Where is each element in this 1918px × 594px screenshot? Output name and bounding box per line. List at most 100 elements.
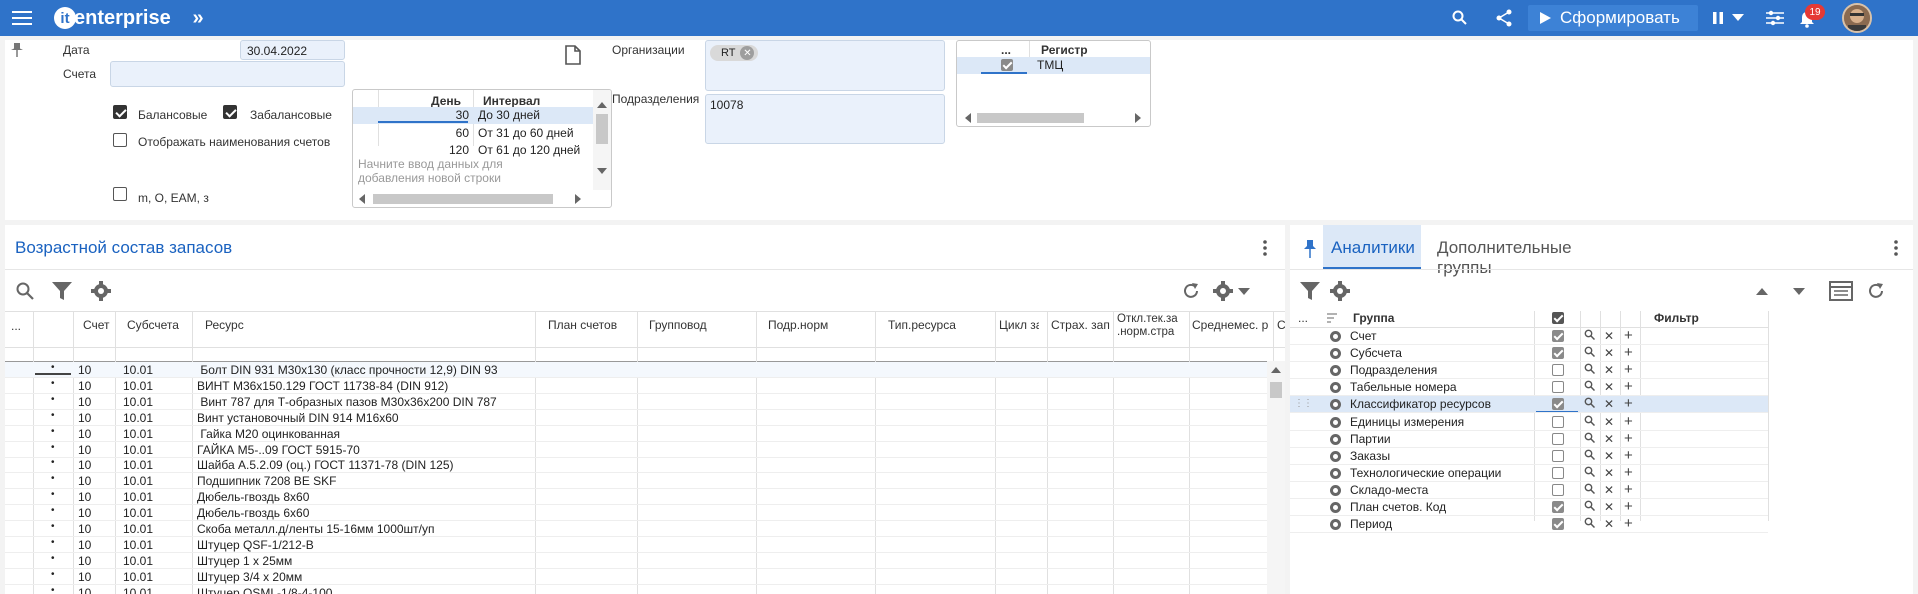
analytics-row[interactable]: Субсчета ✕ +: [1290, 345, 1768, 363]
add-icon[interactable]: +: [1624, 362, 1633, 378]
analytics-row[interactable]: Табельные номера ✕ +: [1290, 379, 1768, 397]
offbalance-checkbox[interactable]: [223, 105, 237, 119]
org-tag[interactable]: RT ✕: [710, 45, 759, 61]
gear-icon[interactable]: [1330, 484, 1341, 496]
table-row[interactable]: • 10 10.01 Болт DIN 931 М30х130 (класс про…: [5, 362, 1267, 378]
analytics-row[interactable]: Складо-места ✕ +: [1290, 482, 1768, 499]
search-icon[interactable]: [1584, 415, 1596, 427]
table-row[interactable]: • 10 10.01 ВИНТ М36х150.129 ГОСТ 11738-84 (…: [5, 378, 1267, 394]
refresh-icon[interactable]: [1179, 279, 1203, 303]
group-checkbox[interactable]: [1552, 398, 1564, 411]
gear-icon[interactable]: [1330, 467, 1341, 479]
share-icon[interactable]: [1492, 8, 1516, 28]
col-monthly-avg[interactable]: Среднемес. р: [1192, 318, 1272, 332]
analytics-row[interactable]: Единицы измерения ✕ +: [1290, 414, 1768, 431]
interval-row[interactable]: 60 От 31 до 60 дней: [353, 125, 593, 142]
search-icon[interactable]: [1584, 380, 1596, 392]
close-icon[interactable]: ✕: [1604, 346, 1614, 360]
gear-icon[interactable]: [1328, 279, 1352, 303]
filter-icon[interactable]: [1298, 279, 1322, 303]
search-icon[interactable]: [1584, 466, 1596, 478]
gear-icon[interactable]: [1211, 279, 1235, 303]
chevron-down-icon[interactable]: [1237, 285, 1251, 297]
menu-icon[interactable]: [10, 8, 34, 28]
gear-icon[interactable]: [1330, 450, 1341, 462]
table-row[interactable]: • 10 10.01 Винт 787 для Т-образных пазов М…: [5, 394, 1267, 410]
vertical-scrollbar[interactable]: [593, 90, 611, 190]
analytics-more[interactable]: ...: [1298, 311, 1308, 325]
add-icon[interactable]: +: [1624, 465, 1633, 481]
analytics-row[interactable]: Подразделения ✕ +: [1290, 362, 1768, 380]
table-row[interactable]: • 10 10.01 Штуцер 3/4 х 20мм: [5, 569, 1267, 585]
table-row[interactable]: • 10 10.01 Гайка М20 оцинкованная: [5, 426, 1267, 442]
new-row-placeholder[interactable]: Начните ввод данных для добавления новой…: [358, 157, 538, 185]
tab-additional-groups[interactable]: Дополнительные группы: [1430, 225, 1620, 277]
close-icon[interactable]: ✕: [1604, 329, 1614, 343]
interval-row[interactable]: 30 До 30 дней: [353, 107, 593, 124]
table-row[interactable]: • 10 10.01 Подшипник 7208 BE SKF: [5, 473, 1267, 490]
search-icon[interactable]: [1584, 483, 1596, 495]
search-icon[interactable]: [1584, 329, 1596, 341]
register-row[interactable]: ТМЦ: [957, 57, 1150, 74]
add-icon[interactable]: +: [1624, 448, 1633, 464]
balance-checkbox[interactable]: [113, 105, 127, 119]
search-icon[interactable]: [1448, 8, 1472, 28]
gear-icon[interactable]: [1330, 331, 1341, 342]
group-checkbox[interactable]: [1552, 466, 1564, 479]
pause-icon[interactable]: [1708, 8, 1728, 28]
search-icon[interactable]: [1584, 346, 1596, 358]
table-row[interactable]: • 10 10.01 Штуцер QSML-1/8-4-100: [5, 585, 1267, 594]
add-icon[interactable]: +: [1624, 379, 1633, 395]
close-icon[interactable]: ✕: [1604, 363, 1614, 377]
group-checkbox[interactable]: [1552, 415, 1564, 428]
accounts-field[interactable]: [110, 61, 345, 87]
group-checkbox[interactable]: [1552, 364, 1564, 377]
table-row[interactable]: • 10 10.01 ГАЙКА М5-..09 ГОСТ 5915-70: [5, 442, 1267, 458]
analytics-row[interactable]: Период ✕ +: [1290, 516, 1768, 534]
group-checkbox[interactable]: [1552, 381, 1564, 394]
group-checkbox[interactable]: [1552, 449, 1564, 462]
vertical-scrollbar[interactable]: [1267, 361, 1285, 594]
show-names-checkbox[interactable]: [113, 133, 127, 147]
search-icon[interactable]: [1584, 500, 1596, 512]
gear-icon[interactable]: [89, 279, 113, 303]
close-icon[interactable]: ✕: [1604, 397, 1614, 411]
date-field[interactable]: 30.04.2022: [240, 40, 345, 60]
close-icon[interactable]: ✕: [1604, 466, 1614, 480]
search-icon[interactable]: [1584, 449, 1596, 461]
search-icon[interactable]: [1584, 517, 1596, 529]
close-icon[interactable]: ✕: [1604, 449, 1614, 463]
col-resource[interactable]: Ресурс: [205, 318, 244, 332]
search-icon[interactable]: [1584, 363, 1596, 375]
gear-icon[interactable]: [1330, 348, 1341, 360]
horizontal-scrollbar[interactable]: [957, 109, 1150, 126]
table-row[interactable]: • 10 10.01 Дюбель-гвоздь 8х60: [5, 489, 1267, 506]
table-row[interactable]: • 10 10.01 Винт установочный DIN 914 М16х60: [5, 410, 1267, 426]
close-icon[interactable]: ✕: [1604, 483, 1614, 497]
add-icon[interactable]: +: [1624, 516, 1633, 532]
analytics-row[interactable]: Заказы ✕ +: [1290, 448, 1768, 465]
register-more[interactable]: ...: [1001, 43, 1011, 57]
gear-icon[interactable]: [1330, 502, 1341, 513]
gear-icon[interactable]: [1330, 365, 1341, 377]
arrow-up-icon[interactable]: [1755, 285, 1769, 297]
table-view-icon[interactable]: [1828, 279, 1854, 303]
table-row[interactable]: • 10 10.01 Штуцер 1 х 25мм: [5, 553, 1267, 569]
close-icon[interactable]: ✕: [1604, 517, 1614, 531]
document-icon[interactable]: [563, 44, 583, 66]
horizontal-scrollbar[interactable]: [353, 190, 593, 207]
close-icon[interactable]: ✕: [1604, 432, 1614, 446]
analytics-row[interactable]: ⋮⋮ Классификатор ресурсов ✕ +: [1290, 396, 1768, 414]
col-chart-of-accounts[interactable]: План счетов: [548, 318, 617, 332]
group-checkbox[interactable]: [1552, 330, 1564, 342]
group-checkbox[interactable]: [1552, 518, 1564, 531]
add-icon[interactable]: +: [1624, 328, 1633, 344]
more-vert-icon[interactable]: [1255, 237, 1275, 259]
select-all-checkbox[interactable]: [1552, 312, 1564, 324]
close-icon[interactable]: ✕: [1604, 380, 1614, 394]
group-checkbox[interactable]: [1552, 483, 1564, 496]
analytics-row[interactable]: Партии ✕ +: [1290, 431, 1768, 448]
table-row[interactable]: • 10 10.01 Штуцер QSF-1/212-B: [5, 537, 1267, 553]
add-icon[interactable]: +: [1624, 482, 1633, 498]
gear-icon[interactable]: [1330, 382, 1341, 394]
